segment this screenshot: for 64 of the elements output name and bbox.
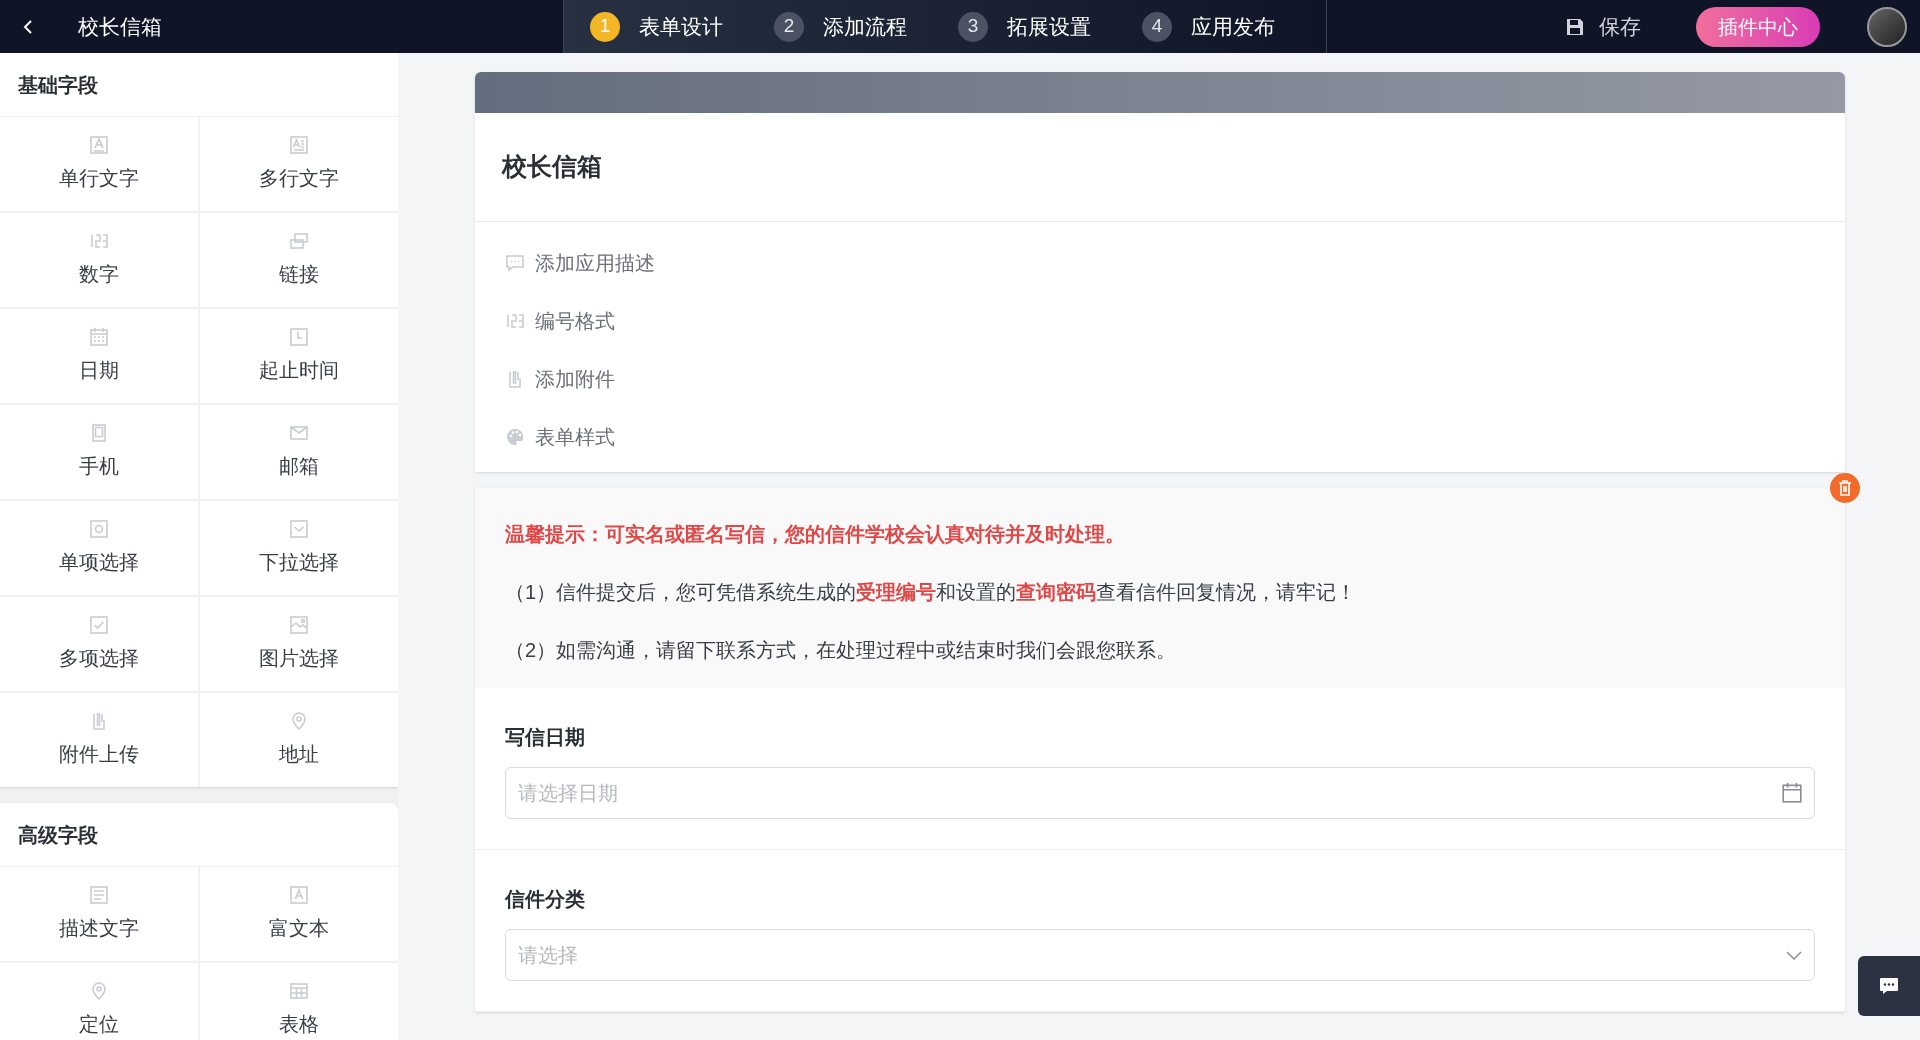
- link-icon: [289, 231, 309, 251]
- step-tab[interactable]: 2 添加流程: [774, 0, 958, 53]
- palette-icon: [505, 427, 525, 447]
- field-type-item[interactable]: 多项选择: [0, 597, 198, 691]
- clock-icon: [289, 327, 309, 347]
- select-field[interactable]: 请选择: [505, 929, 1815, 981]
- field-type-item[interactable]: 手机: [0, 405, 198, 499]
- number-icon: [505, 311, 525, 331]
- document-icon: [89, 885, 109, 905]
- field-type-item[interactable]: 图片选择: [200, 597, 398, 691]
- date-field[interactable]: 请选择日期: [505, 767, 1815, 819]
- location-pin-icon: [289, 711, 309, 731]
- radio-icon: [89, 519, 109, 539]
- number-icon: [89, 231, 109, 251]
- text-field-icon: [89, 135, 109, 155]
- chat-icon: [1879, 977, 1899, 995]
- app-title: 校长信箱: [78, 13, 163, 40]
- field-type-item[interactable]: 富文本: [200, 867, 398, 961]
- field-type-item[interactable]: 数字: [0, 213, 198, 307]
- form-title: 校长信箱: [502, 151, 602, 183]
- form-option-link[interactable]: 添加应用描述: [505, 248, 1815, 278]
- field-type-item[interactable]: 单行文字: [0, 117, 198, 211]
- location-pin-icon: [89, 981, 109, 1001]
- dropdown-icon: [289, 519, 309, 539]
- image-icon: [289, 615, 309, 635]
- notice-text: （2）如需沟通，请留下联系方式，在处理过程中或结束时我们会跟您联系。: [505, 638, 1178, 663]
- form-option-link[interactable]: 表单样式: [505, 422, 1815, 452]
- field-type-item[interactable]: 下拉选择: [200, 501, 398, 595]
- envelope-icon: [289, 423, 309, 443]
- field-type-item[interactable]: 链接: [200, 213, 398, 307]
- field-type-item[interactable]: 地址: [200, 693, 398, 787]
- step-tab[interactable]: 1 表单设计: [590, 0, 774, 53]
- calendar-icon: [1781, 782, 1803, 804]
- field-type-item[interactable]: 描述文字: [0, 867, 198, 961]
- multiline-text-icon: [289, 135, 309, 155]
- field-type-item[interactable]: 定位: [0, 963, 198, 1040]
- field-type-item[interactable]: 起止时间: [200, 309, 398, 403]
- delete-button[interactable]: [1830, 473, 1860, 503]
- field-label: 写信日期: [505, 725, 586, 750]
- back-chevron-icon: [23, 18, 33, 35]
- field-type-item[interactable]: 邮箱: [200, 405, 398, 499]
- rich-text-icon: [289, 885, 309, 905]
- form-option-link[interactable]: 编号格式: [505, 306, 1815, 336]
- notice-headline: 温馨提示：可实名或匿名写信，您的信件学校会认真对待并及时处理。: [505, 522, 1126, 547]
- comment-icon: [505, 253, 525, 273]
- chat-button[interactable]: [1858, 956, 1920, 1016]
- table-icon: [289, 981, 309, 1001]
- step-tab[interactable]: 3 拓展设置: [958, 0, 1142, 53]
- notice-text: （1）信件提交后，您可凭借系统生成的受理编号和设置的查询密码查看信件回复情况，请牢记！: [505, 580, 1358, 605]
- trash-icon: [1838, 480, 1852, 496]
- field-type-item[interactable]: 表格: [200, 963, 398, 1040]
- phone-icon: [89, 423, 109, 443]
- field-type-item[interactable]: 多行文字: [200, 117, 398, 211]
- form-option-link[interactable]: 添加附件: [505, 364, 1815, 394]
- field-type-item[interactable]: 日期: [0, 309, 198, 403]
- save-button[interactable]: 保存: [1565, 10, 1641, 43]
- avatar[interactable]: [1867, 6, 1907, 47]
- step-tab[interactable]: 4 应用发布: [1142, 0, 1326, 53]
- field-type-item[interactable]: 单项选择: [0, 501, 198, 595]
- chevron-down-icon: [1785, 949, 1803, 961]
- calendar-icon: [89, 327, 109, 347]
- checkbox-icon: [89, 615, 109, 635]
- field-label: 信件分类: [505, 887, 586, 912]
- field-type-item[interactable]: 附件上传: [0, 693, 198, 787]
